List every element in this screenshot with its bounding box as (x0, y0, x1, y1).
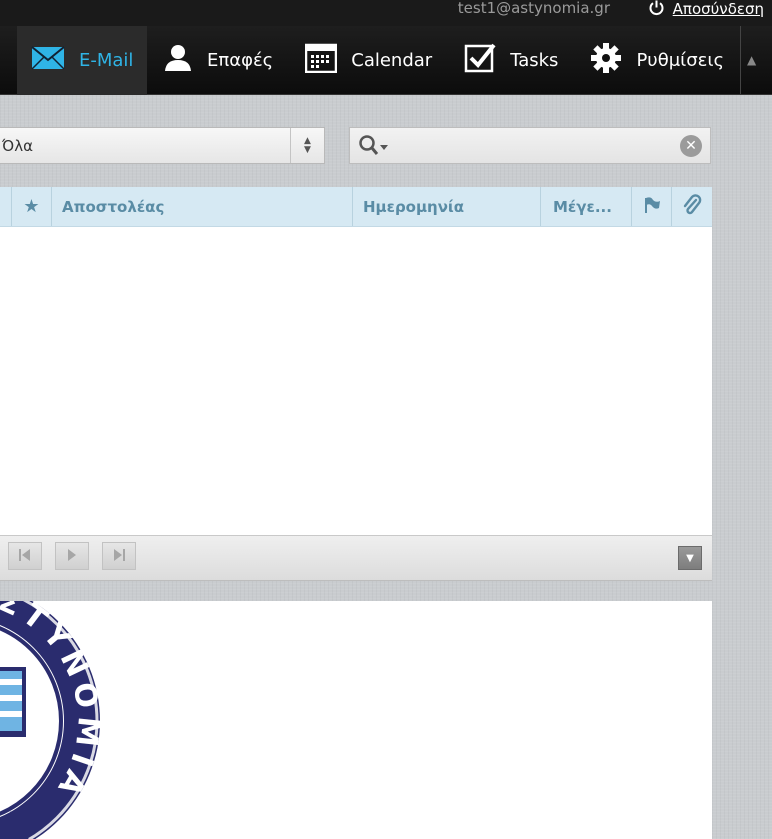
flag-icon (643, 196, 661, 218)
column-flag[interactable] (632, 187, 672, 226)
next-page-button[interactable] (55, 542, 89, 570)
column-sender[interactable]: Αποστολέας (52, 187, 353, 226)
triangle-down-icon: ▼ (686, 552, 694, 564)
filter-selected-value: Όλα (2, 136, 33, 155)
search-input[interactable] (394, 130, 680, 161)
nav-contacts-label: Επαφές (207, 50, 274, 71)
column-date[interactable]: Ημερομηνία (353, 187, 541, 226)
search-icon[interactable] (358, 134, 388, 158)
user-email: test1@astynomia.gr (457, 0, 610, 17)
next-page-icon (65, 547, 79, 566)
pagination-bar: ▼ (0, 535, 712, 581)
top-header-bar: test1@astynomia.gr Αποσύνδεση (0, 0, 772, 26)
last-page-button[interactable] (102, 542, 136, 570)
message-list: ★ Αποστολέας Ημερομηνία Μέγε... (0, 187, 712, 535)
person-icon (163, 43, 193, 78)
envelope-icon (31, 45, 65, 76)
message-list-header: ★ Αποστολέας Ημερομηνία Μέγε... (0, 187, 712, 227)
calendar-icon (305, 43, 338, 78)
checkbox-icon (464, 43, 496, 78)
paperclip-icon (682, 193, 702, 220)
expand-preview-button[interactable]: ▼ (678, 546, 702, 570)
nav-email[interactable]: E-Mail (17, 26, 147, 95)
nav-tasks-label: Tasks (510, 50, 559, 71)
mail-filter-select[interactable]: Όλα ▲ ▼ (0, 127, 325, 164)
search-box: ✕ (349, 127, 711, 164)
police-emblem-logo: ΑΣΤΥΝΟΜΙΑ (0, 601, 110, 839)
logout-label: Αποσύνδεση (672, 0, 764, 18)
updown-arrows-icon: ▲ ▼ (290, 128, 324, 163)
nav-settings-label: Ρυθμίσεις (636, 50, 725, 71)
first-page-icon (18, 547, 32, 566)
gear-icon (590, 42, 622, 79)
clear-search-icon[interactable]: ✕ (680, 134, 702, 157)
column-attachment[interactable] (672, 187, 712, 226)
nav-calendar[interactable]: Calendar (289, 26, 448, 95)
power-icon (648, 0, 665, 19)
column-size[interactable]: Μέγε... (541, 187, 632, 226)
nav-calendar-label: Calendar (351, 50, 433, 71)
star-icon: ★ (23, 196, 40, 217)
nav-contacts[interactable]: Επαφές (147, 26, 289, 95)
preview-pane: ΑΣΤΥΝΟΜΙΑ (0, 601, 712, 839)
select-column[interactable] (0, 187, 12, 226)
last-page-icon (112, 547, 126, 566)
nav-email-label: E-Mail (79, 50, 134, 71)
logout-link[interactable]: Αποσύνδεση (648, 0, 764, 18)
first-page-button[interactable] (8, 542, 42, 570)
nav-scroll-arrow[interactable]: ▲ (740, 26, 762, 94)
nav-tasks[interactable]: Tasks (448, 26, 574, 95)
nav-settings[interactable]: Ρυθμίσεις (574, 26, 740, 95)
column-star[interactable]: ★ (12, 187, 52, 226)
main-nav: E-Mail Επαφές Calendar Tasks Ρυθμίσεις ▲ (0, 26, 772, 95)
